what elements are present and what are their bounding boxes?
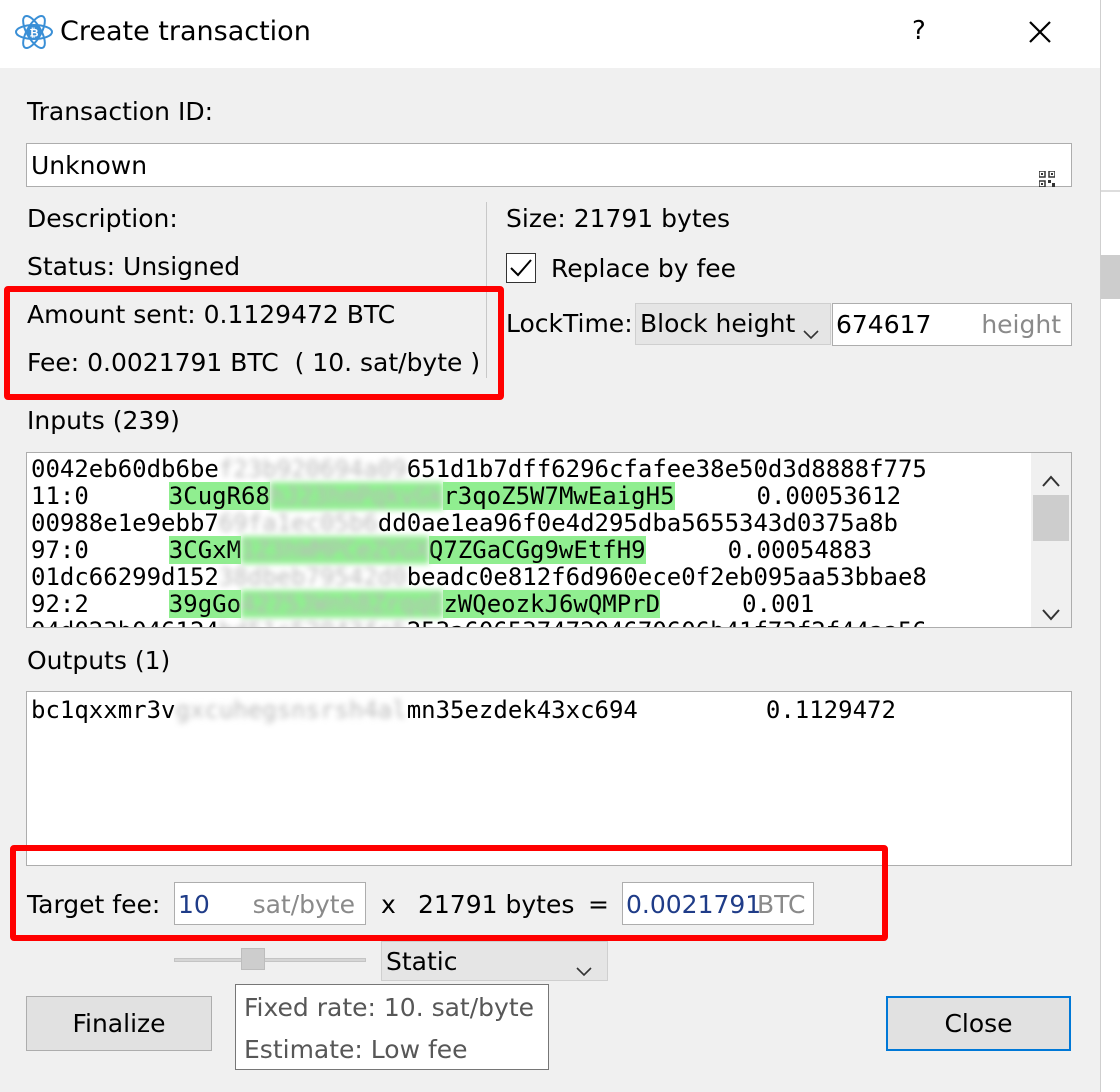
fee-tooltip: Fixed rate: 10. sat/byte Estimate: Low f… — [235, 984, 549, 1070]
input-prevout-row[interactable]: 00988e1e9ebb769fa1ec05b6dd0ae1ea96f0e4d2… — [31, 509, 898, 537]
qr-code-icon[interactable] — [1038, 164, 1056, 188]
window-title: Create transaction — [60, 16, 311, 47]
electrum-logo-icon: ₿ — [14, 12, 54, 52]
input-prevout-row[interactable]: 0042eb60db6bef23b920694a09651d1b7dff6296… — [31, 455, 927, 483]
locktime-type-dropdown[interactable]: Block height — [635, 303, 831, 345]
status-label: Status: Unsigned — [27, 252, 241, 281]
output-row[interactable]: bc1qxxmr3vgxcuhegsnsrsh4almn35ezdek43xc6… — [31, 696, 896, 724]
inputs-list[interactable]: 0042eb60db6bef23b920694a09651d1b7dff6296… — [26, 452, 1072, 628]
outputs-header: Outputs (1) — [27, 646, 171, 675]
tooltip-line-1: Fixed rate: 10. sat/byte — [244, 993, 535, 1022]
tooltip-line-2: Estimate: Low fee — [244, 1035, 468, 1064]
input-prevout-row[interactable]: 01dc66299d15238dbeb79542d0beadc0e812f6d9… — [31, 563, 927, 591]
fee-mode-value: Static — [386, 947, 458, 976]
input-address-row[interactable]: 97:0 3CGxM1Z3hWMPCeZVGXQ7ZGaCGg9wEtfH9 0.0… — [31, 536, 872, 564]
window-border — [1100, 0, 1101, 1092]
target-fee-highlight — [10, 845, 888, 941]
description-label: Description: — [27, 204, 178, 233]
rbf-checkbox[interactable] — [506, 253, 536, 283]
help-button[interactable]: ? — [912, 16, 926, 46]
size-label: Size: 21791 bytes — [506, 204, 731, 233]
locktime-type-value: Block height — [640, 309, 796, 338]
finalize-button[interactable]: Finalize — [26, 996, 212, 1051]
txid-field[interactable]: Unknown — [26, 143, 1072, 188]
locktime-label: LockTime: — [506, 309, 633, 338]
close-window-icon[interactable] — [1024, 16, 1056, 48]
inputs-scrollbar[interactable] — [1031, 453, 1071, 627]
scroll-down-icon[interactable] — [1041, 599, 1061, 627]
svg-text:₿: ₿ — [30, 27, 39, 40]
rbf-label: Replace by fee — [551, 254, 737, 283]
amount-fee-highlight — [4, 286, 504, 400]
scroll-thumb[interactable] — [1033, 495, 1069, 541]
chevron-down-icon — [802, 318, 820, 347]
inputs-header: Inputs (239) — [27, 406, 180, 435]
fee-slider-track — [174, 958, 366, 962]
input-prevout-row[interactable]: 04d023b046124bd51c52043fc5253a6065374720… — [31, 617, 927, 627]
input-address-row[interactable]: 11:0 3CugR68hJ23hmPqkvGkr3qoZ5W7MwEaigH5 0… — [31, 482, 901, 510]
checkmark-icon — [510, 259, 532, 277]
chevron-down-icon — [575, 955, 593, 984]
locktime-height-input[interactable]: 674617 height — [832, 303, 1072, 346]
txid-value: Unknown — [31, 151, 148, 180]
input-address-row[interactable]: 92:2 39gGo4275JWnh8ZrqqEzWQeozkJ6wQMPrD 0.… — [31, 590, 814, 618]
fee-slider[interactable] — [174, 946, 366, 974]
scroll-up-icon[interactable] — [1041, 465, 1061, 494]
outputs-list[interactable]: bc1qxxmr3vgxcuhegsnsrsh4almn35ezdek43xc6… — [26, 691, 1072, 866]
locktime-height-placeholder: height — [981, 310, 1061, 339]
locktime-height-value: 674617 — [836, 310, 932, 339]
background-window-edge — [1100, 0, 1120, 1092]
fee-mode-dropdown[interactable]: Static — [381, 941, 608, 981]
fee-slider-thumb[interactable] — [241, 948, 265, 970]
txid-label: Transaction ID: — [27, 97, 214, 126]
close-button[interactable]: Close — [886, 996, 1071, 1051]
